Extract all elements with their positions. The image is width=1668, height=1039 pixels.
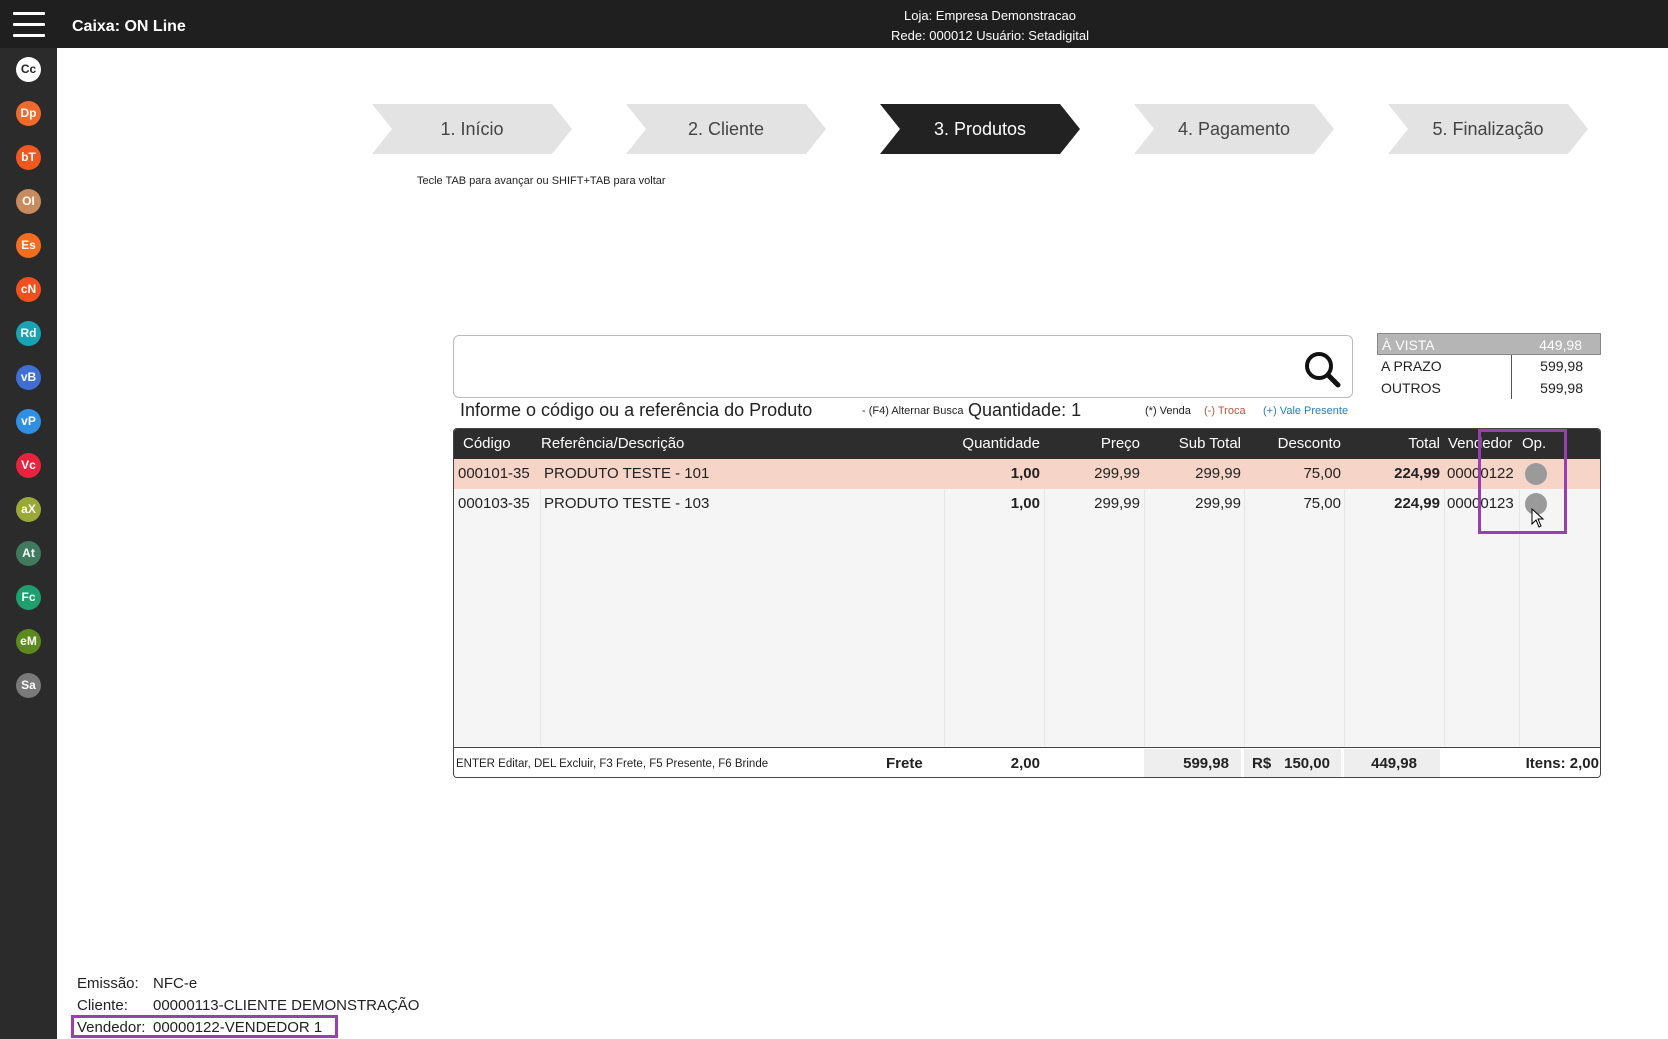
cell-subtotal: 299,99 [1195,495,1241,512]
mouse-cursor-icon [1531,508,1545,528]
cell-desconto: 75,00 [1303,495,1341,512]
cell-preco: 299,99 [1094,495,1140,512]
sidebar-item-at[interactable]: At [16,541,41,566]
col-subtotal[interactable]: Sub Total [1144,429,1241,459]
price-label: OUTROS [1381,380,1441,396]
footer-desconto: 150,00 [1284,755,1330,772]
price-summary: À VISTA 449,98 A PRAZO 599,98 OUTROS 599… [1377,333,1601,399]
sidebar-item-fc[interactable]: Fc [16,585,41,610]
step-produtos[interactable]: 3. Produtos [880,104,1080,154]
product-search-box [453,335,1353,398]
price-value: 599,98 [1540,380,1583,396]
legend-vale-presente: (+) Vale Presente [1263,405,1349,417]
table-header: Código Referência/Descrição Quantidade P… [454,429,1600,459]
cell-referencia: PRODUTO TESTE - 103 [544,495,710,512]
cell-total: 224,99 [1394,465,1440,482]
table-footer: ENTER Editar, DEL Excluir, F3 Frete, F5 … [454,747,1600,777]
network-user-line: Rede: 000012 Usuário: Setadigital [890,28,1090,43]
price-row-outros[interactable]: OUTROS 599,98 [1377,377,1601,399]
sidebar-item-em[interactable]: eM [16,629,41,654]
cell-total: 224,99 [1394,495,1440,512]
sidebar-item-vb[interactable]: vB [16,365,41,390]
info-emissao: Emissão: NFC-e [77,975,197,992]
info-cliente: Cliente: 00000113-CLIENTE DEMONSTRAÇÃO [77,997,419,1014]
sidebar-item-bt[interactable]: bT [16,145,41,170]
sidebar-item-sa[interactable]: Sa [16,673,41,698]
footer-total: 449,98 [1371,755,1417,772]
cliente-label: Cliente: [77,997,128,1014]
emissao-value: NFC-e [153,975,198,992]
price-value: 599,98 [1540,358,1583,374]
footer-shortcuts: ENTER Editar, DEL Excluir, F3 Frete, F5 … [456,758,769,770]
step-finalizacao[interactable]: 5. Finalização [1388,104,1588,154]
sidebar-item-vc[interactable]: Vc [16,453,41,478]
cell-vendedor[interactable]: 00000122 [1447,459,1514,489]
col-desconto[interactable]: Desconto [1244,429,1341,459]
footer-currency: R$ [1252,755,1272,772]
sidebar-item-ax[interactable]: aX [16,497,41,522]
sidebar-item-es[interactable]: Es [16,233,41,258]
step-cliente[interactable]: 2. Cliente [626,104,826,154]
vendedor-value: 00000122-VENDEDOR 1 [153,1019,323,1036]
legend-troca: (-) Troca [1204,405,1246,417]
sidebar: Cc Dp bT OI Es cN Rd vB vP Vc aX At Fc e… [0,48,57,1039]
emissao-label: Emissão: [77,975,139,992]
step-pagamento[interactable]: 4. Pagamento [1134,104,1334,154]
footer-itens: Itens: 2,00 [1525,755,1599,772]
price-label: À VISTA [1382,337,1435,353]
search-label: Informe o código ou a referência do Prod… [460,400,813,420]
price-row-a-prazo[interactable]: A PRAZO 599,98 [1377,355,1601,377]
footer-frete-label[interactable]: Frete [886,748,923,777]
legend-venda: (*) Venda [1145,405,1191,417]
navigation-hint: Tecle TAB para avançar ou SHIFT+TAB para… [417,175,666,187]
sidebar-item-rd[interactable]: Rd [16,321,41,346]
store-line: Loja: Empresa Demonstracao [904,8,1076,23]
store-info: Loja: Empresa Demonstracao Rede: 000012 … [0,6,1668,46]
toggle-search-hint: - (F4) Alternar Busca [862,405,964,417]
cell-referencia: PRODUTO TESTE - 101 [544,465,710,482]
product-search-input[interactable] [464,346,1274,388]
col-total[interactable]: Total [1344,429,1440,459]
sidebar-item-cc[interactable]: Cc [16,57,41,82]
footer-quantidade: 2,00 [1010,755,1040,772]
table-row[interactable]: 000103-35 PRODUTO TESTE - 103 1,00 299,9… [454,489,1600,519]
top-bar: Caixa: ON Line Loja: Empresa Demonstraca… [0,0,1668,48]
sidebar-item-vp[interactable]: vP [16,409,41,434]
price-value: 449,98 [1539,337,1582,353]
products-table: Código Referência/Descrição Quantidade P… [453,428,1601,778]
cell-quantidade: 1,00 [1010,465,1040,482]
sidebar-item-oi[interactable]: OI [16,189,41,214]
sidebar-item-cn[interactable]: cN [16,277,41,302]
vendedor-label: Vendedor: [77,1019,146,1036]
price-row-a-vista[interactable]: À VISTA 449,98 [1377,333,1601,355]
cell-desconto: 75,00 [1303,465,1341,482]
col-op[interactable]: Op. [1522,429,1546,459]
cell-codigo: 000103-35 [458,495,530,512]
row-option-icon[interactable] [1525,463,1547,485]
info-vendedor: Vendedor: 00000122-VENDEDOR 1 [77,1019,322,1036]
col-vendedor[interactable]: Vendedor [1448,429,1512,459]
col-referencia[interactable]: Referência/Descrição [541,429,684,459]
cell-codigo: 000101-35 [458,465,530,482]
table-row[interactable]: 000101-35 PRODUTO TESTE - 101 1,00 299,9… [454,459,1600,489]
footer-subtotal: 599,98 [1183,755,1229,772]
cell-quantidade: 1,00 [1010,495,1040,512]
search-icon[interactable] [1302,349,1342,389]
quantity-label: Quantidade: 1 [968,400,1082,420]
price-label: A PRAZO [1381,358,1442,374]
step-inicio[interactable]: 1. Início [372,104,572,154]
col-preco[interactable]: Preço [1044,429,1140,459]
col-codigo[interactable]: Código [463,429,511,459]
cell-subtotal: 299,99 [1195,465,1241,482]
cell-preco: 299,99 [1094,465,1140,482]
cell-vendedor[interactable]: 00000123 [1447,489,1514,519]
cliente-value: 00000113-CLIENTE DEMONSTRAÇÃO [153,997,420,1014]
sidebar-item-dp[interactable]: Dp [16,101,41,126]
col-quantidade[interactable]: Quantidade [944,429,1040,459]
